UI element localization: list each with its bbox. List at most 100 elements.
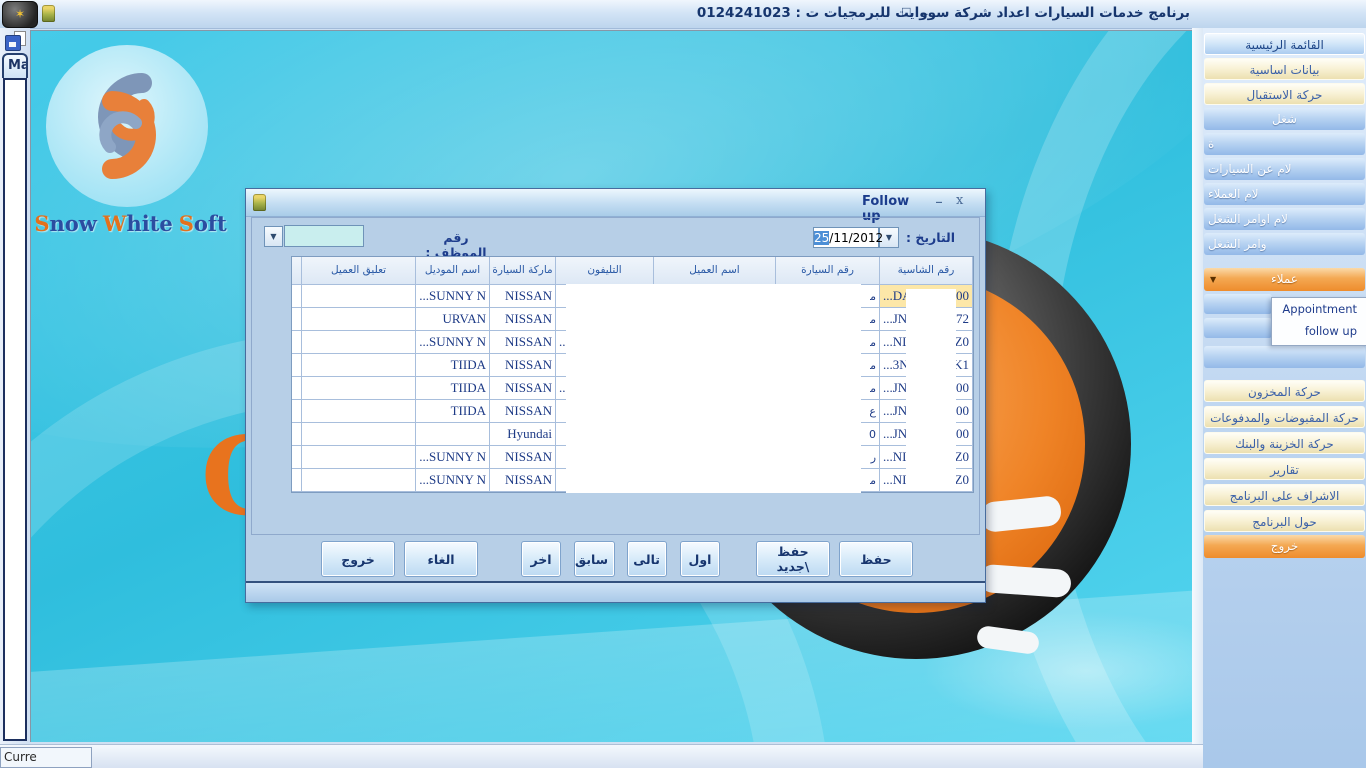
dialog-button[interactable]: تالى	[627, 541, 667, 577]
splitter	[1192, 28, 1203, 744]
cell-model: ...SUNNY N	[416, 285, 490, 308]
dialog-bottom-strip	[246, 581, 985, 602]
redaction-overlay	[566, 284, 861, 493]
cell-model: TIIDA	[416, 354, 490, 377]
row-indicator	[292, 354, 302, 377]
cell-comment	[302, 446, 416, 469]
sidebar-item[interactable]: لام اوامر الشغل	[1204, 208, 1365, 230]
save-icon[interactable]	[5, 31, 25, 51]
sidebar-item[interactable]: حركة المقبوضات والمدفوعات	[1204, 406, 1365, 428]
column-header[interactable]: رقم الشاسية	[880, 257, 973, 285]
sidebar-item[interactable]: وامر الشغل	[1204, 233, 1365, 255]
column-header[interactable]: التليفون	[556, 257, 654, 285]
column-header[interactable]: ماركة السيارة	[490, 257, 556, 285]
column-header[interactable]: تعليق العميل	[302, 257, 416, 285]
sidebar-item-exit[interactable]: خروج	[1204, 535, 1365, 558]
left-toolbar: Mai	[0, 28, 30, 744]
chevron-down-icon: ▼	[1210, 268, 1216, 291]
sidebar-item-label: عملاء	[1271, 272, 1298, 286]
cell-comment	[302, 354, 416, 377]
followup-dialog: Follow up _ x التاريخ : ▼ 25/11/2012 رقم…	[245, 188, 986, 603]
sidebar-item-clients[interactable]: ▼ عملاء	[1204, 268, 1365, 291]
sidebar-item[interactable]: الاشراف على البرنامج	[1204, 484, 1365, 506]
sidebar-item[interactable]: لام العملاء	[1204, 183, 1365, 205]
cell-brand: NISSAN	[490, 446, 556, 469]
table-header-row: تعليق العميل اسم الموديل ماركة السيارة ا…	[292, 257, 973, 285]
status-bar: Curre	[0, 744, 1366, 768]
cell-comment	[302, 400, 416, 423]
cell-brand: NISSAN	[490, 354, 556, 377]
employee-input[interactable]	[284, 225, 364, 247]
row-indicator-header	[292, 257, 302, 285]
column-header[interactable]: رقم السيارة	[776, 257, 880, 285]
cell-brand: NISSAN	[490, 400, 556, 423]
date-input[interactable]: 25/11/2012	[813, 227, 879, 248]
sidebar-item[interactable]: لام عن السيارات	[1204, 158, 1365, 180]
row-indicator	[292, 377, 302, 400]
submenu-item[interactable]: follow up	[1272, 320, 1366, 342]
sidebar-item[interactable]: القائمة الرئيسية	[1204, 33, 1365, 55]
sidebar-item[interactable]: حركة المخزون	[1204, 380, 1365, 402]
cell-brand: NISSAN	[490, 285, 556, 308]
dialog-button[interactable]: سابق	[574, 541, 615, 577]
dialog-icon	[253, 194, 266, 211]
sidebar-item-empty[interactable]	[1204, 294, 1272, 314]
window-titlebar: ✶ □ _ برنامج خدمات السيارات اعداد شركة س…	[0, 0, 1366, 29]
docked-panel	[3, 78, 27, 741]
app-menu-button[interactable]: ✶	[2, 1, 38, 28]
row-indicator	[292, 423, 302, 446]
dialog-button[interactable]: حفظ	[839, 541, 913, 577]
sidebar-item[interactable]: ة	[1204, 133, 1365, 155]
row-indicator	[292, 331, 302, 354]
dialog-titlebar[interactable]: Follow up _ x	[246, 189, 985, 217]
cell-brand: Hyundai	[490, 423, 556, 446]
cell-brand: NISSAN	[490, 377, 556, 400]
dialog-button[interactable]: الغاء	[404, 541, 478, 577]
sidebar-item[interactable]: حركة الخزينة والبنك	[1204, 432, 1365, 454]
date-label: التاريخ :	[906, 230, 970, 245]
cell-comment	[302, 377, 416, 400]
dialog-button[interactable]: اخر	[521, 541, 561, 577]
app-icon: ✶	[15, 7, 25, 21]
cell-comment	[302, 285, 416, 308]
tab-main[interactable]: Mai	[2, 53, 28, 78]
cell-model: ...SUNNY N	[416, 446, 490, 469]
dialog-minimize-icon[interactable]: _	[936, 189, 950, 203]
cell-comment	[302, 308, 416, 331]
clients-submenu: Appointment follow up	[1271, 297, 1366, 346]
cell-brand: NISSAN	[490, 308, 556, 331]
dialog-button[interactable]: حفظ \جديد	[756, 541, 830, 577]
submenu-item[interactable]: Appointment	[1272, 298, 1366, 320]
wizard-icon	[42, 5, 55, 22]
cell-model: ...SUNNY N	[416, 469, 490, 492]
cell-model: TIIDA	[416, 377, 490, 400]
redaction-overlay	[906, 289, 956, 487]
dialog-button[interactable]: خروج	[321, 541, 395, 577]
main-menu-sidebar: القائمة الرئيسية بيانات اساسية حركة الاس…	[1203, 28, 1366, 768]
row-indicator	[292, 446, 302, 469]
cell-model: URVAN	[416, 308, 490, 331]
sidebar-item[interactable]: شغل	[1204, 108, 1365, 130]
sidebar-item-empty[interactable]	[1204, 346, 1365, 368]
row-indicator	[292, 400, 302, 423]
dialog-close-icon[interactable]: x	[956, 193, 972, 208]
sidebar-item[interactable]: بيانات اساسية	[1204, 58, 1365, 80]
column-header[interactable]: اسم الموديل	[416, 257, 490, 285]
application-window: ✶ □ _ برنامج خدمات السيارات اعداد شركة س…	[0, 0, 1366, 768]
dialog-button[interactable]: اول	[680, 541, 720, 577]
company-logo-icon	[46, 45, 208, 207]
employee-dropdown[interactable]: ▼	[264, 226, 283, 247]
cell-brand: NISSAN	[490, 331, 556, 354]
window-title: برنامج خدمات السيارات اعداد شركة سووايت …	[697, 5, 1190, 21]
cell-model: ...SUNNY N	[416, 331, 490, 354]
sidebar-item[interactable]: تقارير	[1204, 458, 1365, 480]
sidebar-item-empty[interactable]	[1204, 318, 1272, 338]
cell-brand: NISSAN	[490, 469, 556, 492]
sidebar-item[interactable]: حول البرنامج	[1204, 510, 1365, 532]
row-indicator	[292, 285, 302, 308]
sidebar-item[interactable]: حركة الاستقبال	[1204, 83, 1365, 105]
cell-model: TIIDA	[416, 400, 490, 423]
column-header[interactable]: اسم العميل	[654, 257, 776, 285]
row-indicator	[292, 469, 302, 492]
company-logo-text: SnowWhiteSoft	[33, 211, 228, 236]
